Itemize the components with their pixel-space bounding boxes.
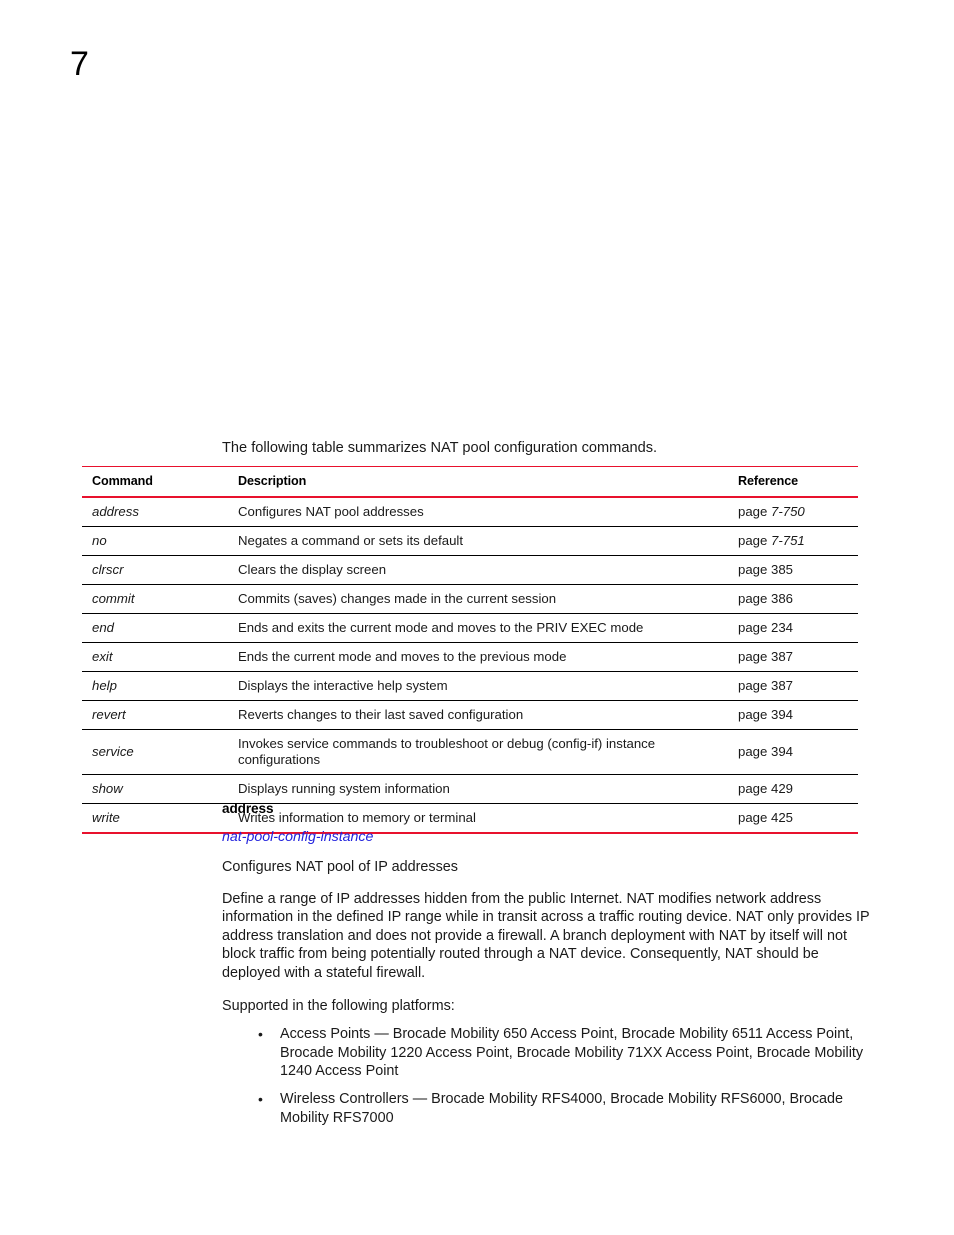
- command-description: Invokes service commands to troubleshoot…: [228, 729, 728, 775]
- reference-prefix: page: [738, 678, 772, 693]
- list-item-label: Wireless Controllers — Brocade Mobility …: [280, 1090, 844, 1126]
- command-description: Displays the interactive help system: [228, 671, 728, 701]
- command-description: Configures NAT pool addresses: [228, 497, 728, 527]
- reference-prefix: page: [738, 707, 772, 722]
- table-header-row: Command Description Reference: [82, 466, 858, 498]
- table-row: revert Reverts changes to their last save…: [82, 700, 858, 730]
- reference-link[interactable]: page 394: [728, 700, 858, 730]
- command-description: Negates a command or sets its default: [228, 526, 728, 556]
- command-summary-table: Command Description Reference address Con…: [82, 466, 858, 834]
- command-detail-section: address nat-pool-config-instance Configu…: [222, 801, 870, 1127]
- reference-page-number: 385: [771, 562, 794, 577]
- reference-link[interactable]: page 387: [728, 642, 858, 672]
- reference-page-number: 234: [771, 620, 794, 635]
- table-row: end Ends and exits the current mode and m…: [82, 613, 858, 643]
- column-header-description: Description: [228, 466, 728, 498]
- reference-link[interactable]: page 394: [728, 729, 858, 775]
- reference-link[interactable]: page 386: [728, 584, 858, 614]
- command-detail-heading: address: [222, 801, 274, 816]
- reference-prefix: page: [738, 504, 772, 519]
- reference-page-number: 394: [771, 707, 794, 722]
- reference-page-number: 394: [771, 744, 794, 759]
- column-header-reference: Reference: [728, 466, 858, 498]
- reference-page-number: 429: [771, 781, 794, 796]
- reference-prefix: page: [738, 620, 772, 635]
- table-row: no Negates a command or sets its default p…: [82, 526, 858, 556]
- reference-link[interactable]: page 387: [728, 671, 858, 701]
- command-description: Reverts changes to their last saved conf…: [228, 700, 728, 730]
- reference-prefix: page: [738, 649, 772, 664]
- column-header-command: Command: [82, 466, 228, 498]
- table-head: Command Description Reference: [82, 466, 858, 498]
- command-description: Clears the display screen: [228, 555, 728, 585]
- reference-link[interactable]: page 7-751: [728, 526, 858, 556]
- reference-link[interactable]: page 7-750: [728, 497, 858, 527]
- reference-prefix: page: [738, 781, 772, 796]
- bullet-icon: •: [258, 1026, 263, 1043]
- command-link[interactable]: help: [82, 671, 228, 701]
- command-link[interactable]: no: [82, 526, 228, 556]
- document-page: 7 The following table summarizes NAT poo…: [0, 0, 954, 1235]
- reference-page-number: 7-751: [771, 533, 805, 548]
- intro-paragraph: The following table summarizes NAT pool …: [222, 440, 658, 456]
- chapter-number: 7: [70, 45, 89, 83]
- command-link[interactable]: commit: [82, 584, 228, 614]
- table-row: exit Ends the current mode and moves to t…: [82, 642, 858, 672]
- command-mode-label: nat-pool-config-instance: [222, 829, 374, 845]
- supported-platforms-label: Supported in the following platforms:: [222, 997, 455, 1014]
- reference-page-number: 387: [771, 649, 794, 664]
- command-link[interactable]: revert: [82, 700, 228, 730]
- command-link[interactable]: address: [82, 497, 228, 527]
- table-row: help Displays the interactive help system…: [82, 671, 858, 701]
- table-row: clrscr Clears the display screen page 385: [82, 555, 858, 585]
- command-link[interactable]: service: [82, 729, 228, 775]
- table-row: address Configures NAT pool addresses page…: [82, 497, 858, 527]
- command-description: Displays running system information: [228, 774, 728, 804]
- command-link[interactable]: write: [82, 803, 228, 834]
- list-item: • Wireless Controllers — Brocade Mobility…: [222, 1090, 870, 1127]
- command-summary-table-wrapper: Command Description Reference address Con…: [82, 466, 858, 834]
- command-description: Ends the current mode and moves to the p…: [228, 642, 728, 672]
- reference-link[interactable]: page 385: [728, 555, 858, 585]
- command-link[interactable]: exit: [82, 642, 228, 672]
- reference-prefix: page: [738, 744, 772, 759]
- command-description: Commits (saves) changes made in the curr…: [228, 584, 728, 614]
- table-row: service Invokes service commands to troub…: [82, 729, 858, 775]
- list-item-label: Access Points — Brocade Mobility 650 Acc…: [280, 1026, 864, 1080]
- supported-platforms-list: • Access Points — Brocade Mobility 650 Ac…: [222, 1025, 870, 1127]
- command-description-text: Define a range of IP addresses hidden fr…: [222, 890, 870, 981]
- bullet-icon: •: [258, 1090, 263, 1107]
- command-summary-text: Configures NAT pool of IP addresses: [222, 859, 458, 875]
- intro-paragraph-block: The following table summarizes NAT pool …: [222, 438, 867, 458]
- reference-link[interactable]: page 429: [728, 774, 858, 804]
- command-link[interactable]: end: [82, 613, 228, 643]
- reference-prefix: page: [738, 562, 772, 577]
- reference-prefix: page: [738, 591, 772, 606]
- reference-link[interactable]: page 234: [728, 613, 858, 643]
- command-link[interactable]: clrscr: [82, 555, 228, 585]
- reference-prefix: page: [738, 533, 772, 548]
- reference-page-number: 387: [771, 678, 794, 693]
- table-row: commit Commits (saves) changes made in th…: [82, 584, 858, 614]
- reference-page-number: 7-750: [771, 504, 805, 519]
- list-item: • Access Points — Brocade Mobility 650 Ac…: [222, 1025, 870, 1081]
- command-link[interactable]: show: [82, 774, 228, 804]
- table-body: address Configures NAT pool addresses page…: [82, 497, 858, 834]
- command-description: Ends and exits the current mode and move…: [228, 613, 728, 643]
- table-row: show Displays running system information p…: [82, 774, 858, 804]
- reference-page-number: 386: [771, 591, 794, 606]
